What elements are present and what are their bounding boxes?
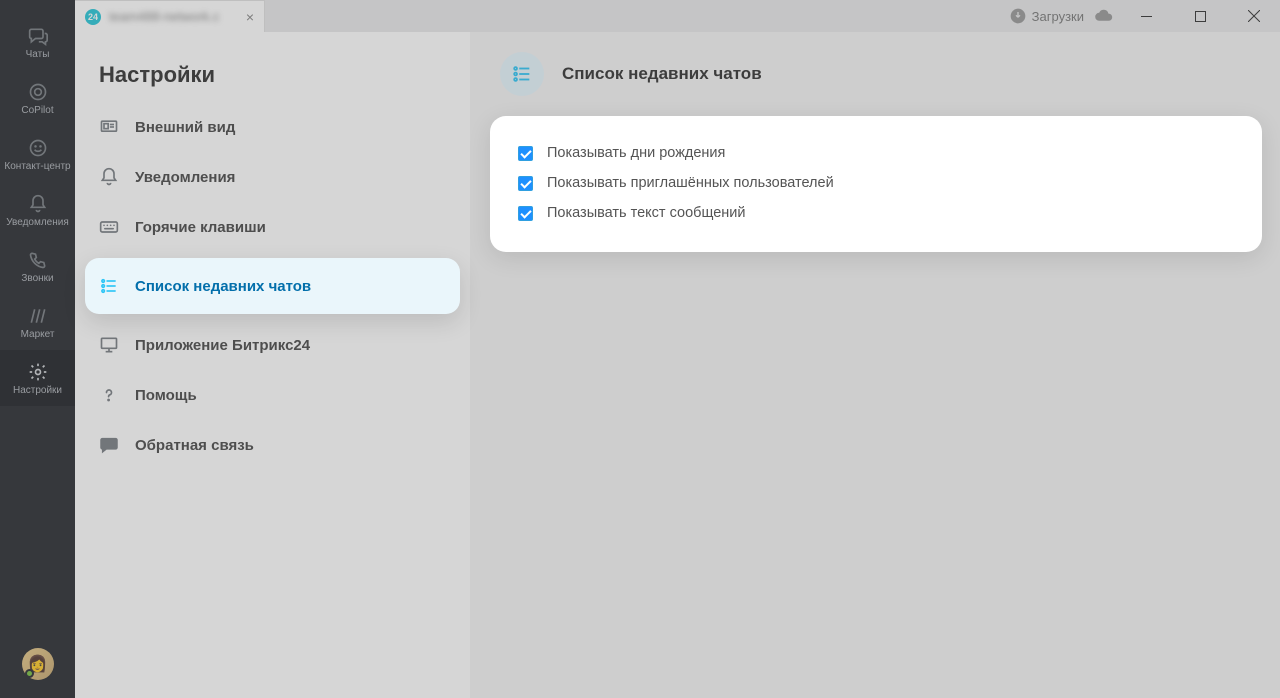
user-avatar[interactable]: 👩 — [22, 636, 54, 698]
option-checkbox-msgtext[interactable] — [518, 206, 533, 221]
tab-title: team488-network.c — [109, 9, 238, 24]
appearance-icon — [99, 117, 119, 137]
window-minimize-button[interactable] — [1124, 0, 1168, 32]
settings-item-notifications[interactable]: Уведомления — [75, 152, 470, 202]
settings-item-label: Уведомления — [135, 169, 235, 186]
window-close-button[interactable] — [1232, 0, 1276, 32]
option-label: Показывать дни рождения — [547, 145, 725, 161]
gear-icon — [28, 362, 48, 382]
sidebar-label: Настройки — [0, 385, 75, 396]
close-icon — [1248, 10, 1260, 22]
detail-header: Список недавних чатов — [480, 32, 1280, 116]
settings-panel: Настройки Внешний вид Уведомления Горячи… — [75, 32, 470, 698]
status-online-icon — [25, 669, 34, 678]
browser-tab[interactable]: 24 team488-network.c × — [75, 0, 265, 32]
settings-item-feedback[interactable]: Обратная связь — [75, 420, 470, 470]
cloud-icon[interactable] — [1094, 8, 1114, 24]
settings-item-label: Внешний вид — [135, 119, 235, 136]
bell-icon — [99, 167, 119, 187]
detail-title: Список недавних чатов — [562, 64, 762, 84]
downloads-button[interactable]: Загрузки — [1010, 8, 1084, 24]
market-icon — [28, 306, 48, 326]
keyboard-icon — [99, 217, 119, 237]
settings-item-hotkeys[interactable]: Горячие клавиши — [75, 202, 470, 252]
sidebar-label: Чаты — [0, 49, 75, 60]
downloads-label: Загрузки — [1032, 9, 1084, 24]
sidebar-label: Звонки — [0, 273, 75, 284]
sidebar-label: Уведомления — [0, 217, 75, 228]
option-checkbox-invited[interactable] — [518, 176, 533, 191]
tab-favicon-icon: 24 — [85, 9, 101, 25]
main-area: 24 team488-network.c × Загрузки — [75, 0, 1280, 698]
detail-header-icon-wrap — [500, 52, 544, 96]
settings-title: Настройки — [75, 50, 470, 102]
copilot-icon — [28, 82, 48, 102]
sidebar-label: Маркет — [0, 329, 75, 340]
sidebar-item-contactcenter[interactable]: Контакт-центр — [0, 126, 75, 182]
help-icon — [99, 385, 119, 405]
bell-icon — [28, 194, 48, 214]
settings-item-label: Список недавних чатов — [135, 278, 311, 295]
sidebar-label: CoPilot — [0, 105, 75, 116]
sidebar-item-settings[interactable]: Настройки — [0, 350, 75, 406]
titlebar: 24 team488-network.c × Загрузки — [75, 0, 1280, 32]
feedback-icon — [99, 435, 119, 455]
settings-item-label: Приложение Битрикс24 — [135, 337, 310, 354]
settings-item-label: Обратная связь — [135, 437, 254, 454]
option-label: Показывать текст сообщений — [547, 205, 745, 221]
chat-icon — [27, 26, 49, 46]
sidebar-label: Контакт-центр — [0, 161, 75, 172]
sidebar-item-chats[interactable]: Чаты — [0, 14, 75, 70]
close-tab-icon[interactable]: × — [246, 9, 254, 25]
contactcenter-icon — [28, 138, 48, 158]
settings-item-help[interactable]: Помощь — [75, 370, 470, 420]
window-maximize-button[interactable] — [1178, 0, 1222, 32]
settings-item-recent-chats[interactable]: Список недавних чатов — [85, 258, 460, 314]
list-icon — [511, 63, 533, 85]
sidebar-item-calls[interactable]: Звонки — [0, 238, 75, 294]
download-icon — [1010, 8, 1026, 24]
option-row-invited[interactable]: Показывать приглашённых пользователей — [518, 168, 1234, 198]
option-label: Показывать приглашённых пользователей — [547, 175, 834, 191]
maximize-icon — [1195, 11, 1206, 22]
desktop-icon — [99, 335, 119, 355]
app-sidebar: Чаты CoPilot Контакт-центр Уведомления З… — [0, 0, 75, 698]
option-row-msgtext[interactable]: Показывать текст сообщений — [518, 198, 1234, 228]
phone-icon — [28, 250, 48, 270]
options-card: Показывать дни рождения Показывать пригл… — [490, 116, 1262, 252]
settings-item-appearance[interactable]: Внешний вид — [75, 102, 470, 152]
sidebar-item-market[interactable]: Маркет — [0, 294, 75, 350]
list-icon — [99, 276, 119, 296]
option-row-birthdays[interactable]: Показывать дни рождения — [518, 138, 1234, 168]
settings-item-label: Помощь — [135, 387, 197, 404]
settings-item-label: Горячие клавиши — [135, 219, 266, 236]
sidebar-item-copilot[interactable]: CoPilot — [0, 70, 75, 126]
option-checkbox-birthdays[interactable] — [518, 146, 533, 161]
minimize-icon — [1141, 11, 1152, 22]
settings-item-desktop-app[interactable]: Приложение Битрикс24 — [75, 320, 470, 370]
settings-detail: Список недавних чатов Показывать дни рож… — [470, 32, 1280, 698]
sidebar-item-notifications[interactable]: Уведомления — [0, 182, 75, 238]
